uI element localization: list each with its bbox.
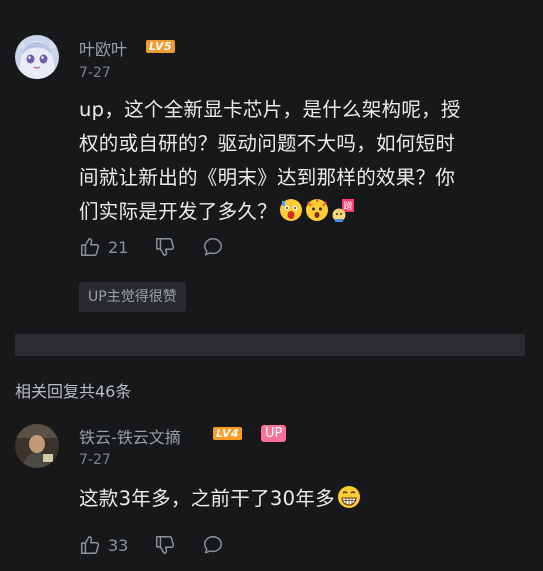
comment-date: 7-27	[79, 65, 111, 81]
reply-avatar[interactable]	[15, 424, 59, 468]
thumbs-up-icon	[81, 536, 100, 554]
reply-like-count: 33	[108, 535, 129, 555]
content-line: 间就让新出的《明末》达到那样的效果？你	[79, 166, 456, 189]
comment-bubble-icon	[204, 238, 223, 256]
reply-actions: 33	[79, 534, 250, 556]
grin-emoji-icon	[337, 486, 360, 508]
reply-level-badge: LV4	[213, 427, 243, 440]
svg-text:蹭: 蹭	[343, 200, 352, 212]
content-line-last: 们实际是开发了多久？ 蹭	[79, 195, 529, 229]
avatar[interactable]	[15, 35, 59, 79]
up-liked-tag: UP主觉得很赞	[79, 282, 186, 312]
comment-actions: 21	[79, 236, 250, 258]
reply-dislike-button[interactable]	[154, 534, 176, 556]
section-divider	[15, 334, 525, 356]
thumbs-down-icon	[156, 536, 175, 554]
level-badge: LV5	[146, 40, 176, 53]
reply-like-button[interactable]: 33	[79, 534, 128, 556]
rub-emoji-icon: 蹭	[332, 199, 355, 222]
comment-thread-page: 叶欧叶 LV5 7-27 up，这个全新显卡芯片，是什么架构呢，授 权的或自研的…	[0, 0, 543, 571]
photo-avatar-icon	[15, 424, 59, 468]
shocked-emoji-icon	[306, 199, 329, 221]
reply-reply-button[interactable]	[202, 534, 224, 556]
content-line: up，这个全新显卡芯片，是什么架构呢，授	[79, 98, 461, 121]
content-line-text: 们实际是开发了多久？	[79, 200, 278, 223]
like-count: 21	[108, 237, 129, 257]
reply-content: 这款3年多，之前干了30年多	[79, 482, 529, 516]
anime-avatar-icon	[15, 35, 59, 79]
replies-heading: 相关回复共46条	[15, 382, 132, 401]
scared-emoji-icon	[280, 199, 303, 221]
content-line: 权的或自研的？驱动问题不大吗，如何短时	[79, 132, 456, 155]
reply-button[interactable]	[202, 236, 224, 258]
username[interactable]: 叶欧叶	[79, 36, 127, 60]
reply-text: 这款3年多，之前干了30年多	[79, 487, 335, 510]
reply-date: 7-27	[79, 452, 111, 468]
reply-username[interactable]: 铁云-铁云文摘	[79, 424, 181, 448]
comment-content: up，这个全新显卡芯片，是什么架构呢，授 权的或自研的？驱动问题不大吗，如何短时…	[79, 93, 529, 229]
dislike-button[interactable]	[154, 236, 176, 258]
like-button[interactable]: 21	[79, 236, 128, 258]
thumbs-up-icon	[81, 238, 100, 256]
up-badge: UP	[261, 425, 287, 442]
comment-bubble-icon	[204, 536, 223, 554]
thumbs-down-icon	[156, 238, 175, 256]
